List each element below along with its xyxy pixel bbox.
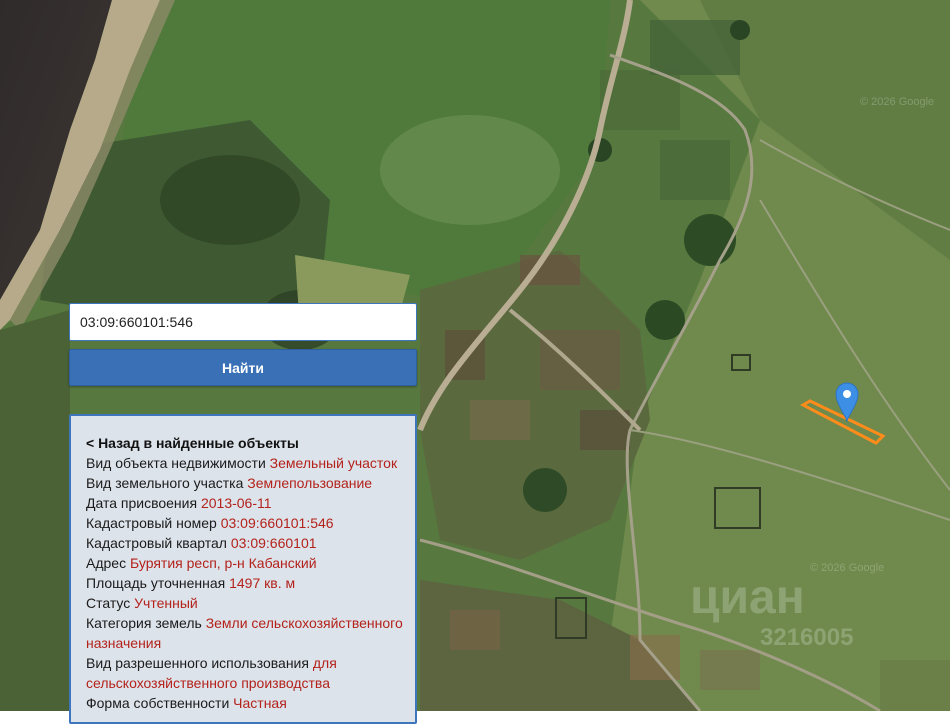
info-label: Дата присвоения [86,495,198,511]
info-label: Статус [86,595,131,611]
info-label: Вид объекта недвижимости [86,455,266,471]
info-row: Вид разрешенного использования для сельс… [86,653,415,693]
info-row: Категория земель Земли сельскохозяйствен… [86,613,415,653]
info-value: 2013-06-11 [200,495,272,511]
info-value: Бурятия респ, р-н Кабанский [129,555,317,571]
info-label: Вид земельного участка [86,475,244,491]
info-label: Адрес [86,555,127,571]
info-value: 1497 кв. м [229,575,296,591]
info-value: Землепользование [247,475,373,491]
info-row: Адрес Бурятия респ, р-н Кабанский [86,553,415,573]
info-row: Вид объекта недвижимости Земельный участ… [86,453,415,473]
info-label: Форма собственности [86,695,230,711]
info-label: Кадастровый квартал [86,535,227,551]
info-label: Категория земель [86,615,202,631]
info-row: Дата присвоения 2013-06-11 [86,493,415,513]
info-row: Кадастровый квартал 03:09:660101 [86,533,415,553]
copyright-watermark: © 2026 Google [860,96,935,108]
info-value: 03:09:660101:546 [220,515,334,531]
info-row: Кадастровый номер 03:09:660101:546 [86,513,415,533]
id-watermark: 3216005 [760,624,854,651]
info-row: Вид земельного участка Землепользование [86,473,415,493]
back-to-results-link[interactable]: < Назад в найденные объекты [86,433,415,453]
info-value: Земельный участок [269,455,398,471]
info-row: Форма собственности Частная [86,693,415,713]
info-value: Учтенный [134,595,198,611]
brand-watermark: циан [690,571,805,624]
info-row: Статус Учтенный [86,593,415,613]
info-row: Площадь уточненная 1497 кв. м [86,573,415,593]
copyright-watermark: © 2026 Google [810,562,885,574]
cadastral-search-input[interactable] [69,303,417,341]
info-value: 03:09:660101 [230,535,317,551]
object-info-panel: < Назад в найденные объекты Вид объекта … [69,414,417,724]
info-value: Частная [233,695,287,711]
info-label: Площадь уточненная [86,575,226,591]
find-button[interactable]: Найти [69,349,417,386]
info-label: Кадастровый номер [86,515,217,531]
info-label: Вид разрешенного использования [86,655,309,671]
